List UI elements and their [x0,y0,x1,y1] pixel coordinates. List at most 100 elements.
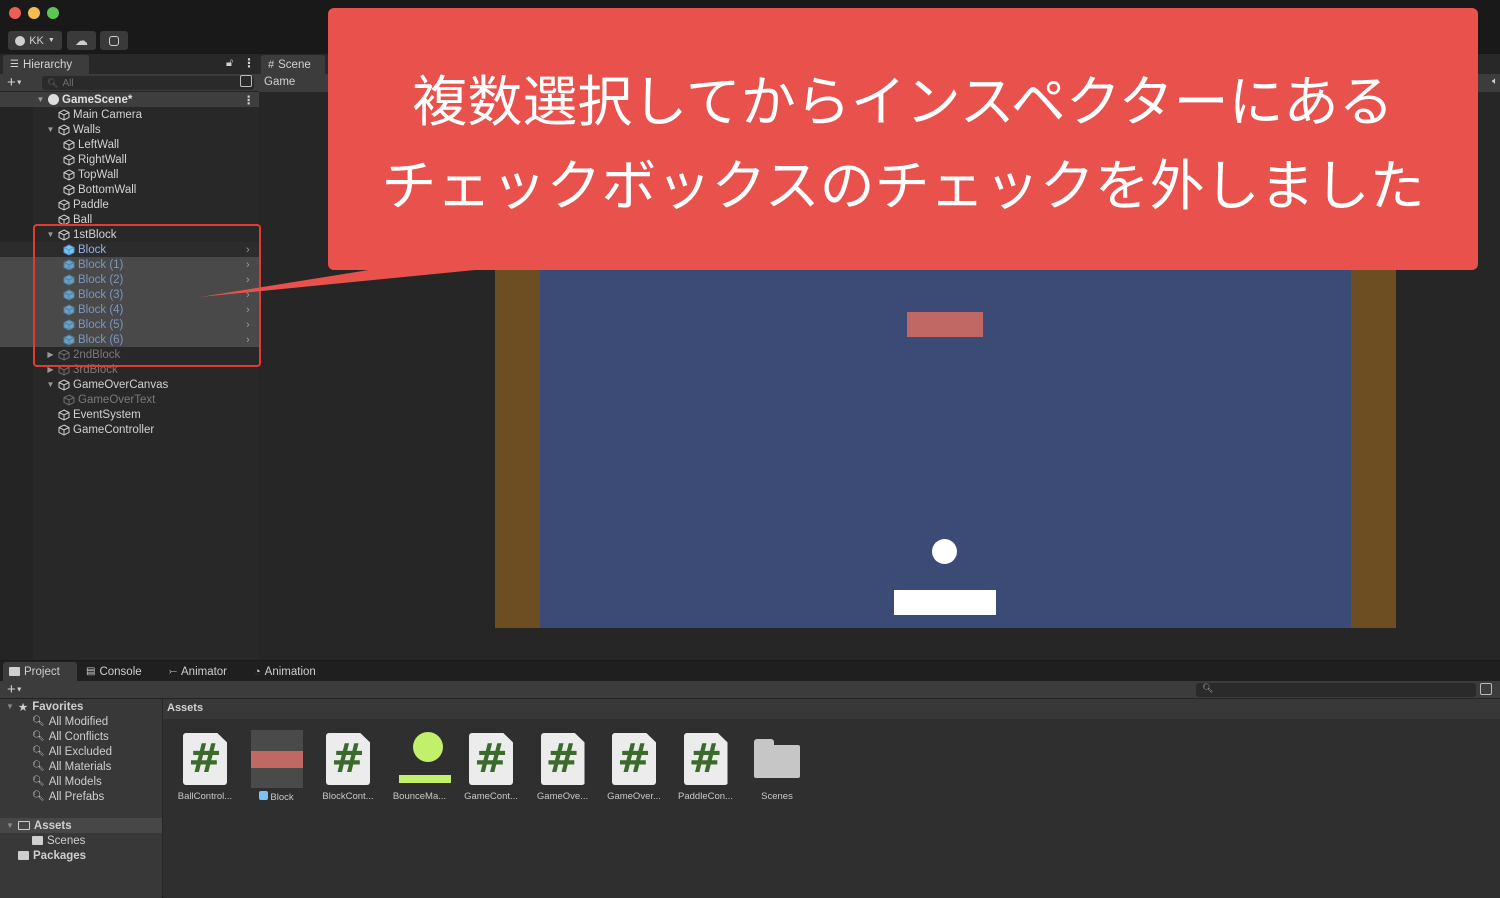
hierarchy-item-label: RightWall [78,153,127,166]
open-search-window-icon[interactable] [240,75,252,87]
hierarchy-item[interactable]: LeftWall [0,137,259,152]
asset-item[interactable]: # GameCont... [456,733,526,802]
prefab-cube-icon [259,791,269,800]
favorites-item[interactable]: 🔍︎ All Prefabs [32,789,104,804]
hierarchy-item[interactable]: Paddle [0,197,259,212]
tab-animation[interactable]: ◔ Animation [254,662,316,681]
bottom-tabs: Project ▤ Console ⤚ Animator ◔ Animation [0,661,1500,681]
create-asset-button[interactable]: +▼ [7,681,23,699]
asset-item[interactable]: # BallControl... [170,733,240,802]
tab-scene[interactable]: # Scene [261,55,325,74]
chevron-down-icon: ▼ [15,79,23,87]
cloud-icon: ☁ [75,32,88,48]
favorites-item-label: All Modified [48,715,109,728]
hierarchy-tab-label: Hierarchy [22,58,73,71]
maximize-window-button[interactable] [47,7,59,19]
tab-label: Project [24,665,60,678]
asset-item[interactable]: # PaddleCon... [671,733,741,802]
asset-label: Scenes [761,791,793,802]
open-search-window-icon[interactable] [1480,683,1492,695]
search-placeholder: All [62,77,74,89]
hierarchy-item[interactable]: TopWall [0,167,259,182]
lock-icon[interactable]: 🔓︎ [226,57,233,70]
asset-item[interactable]: Scenes [742,733,812,802]
physics-material-icon [397,730,451,788]
search-icon: 🔍︎ [32,746,45,757]
asset-item[interactable]: # BlockCont... [313,733,383,802]
hierarchy-item[interactable]: BottomWall [0,182,259,197]
hierarchy-item-label: TopWall [78,168,119,181]
project-toolbar: +▼ 🔍︎ [0,681,1500,699]
hierarchy-item[interactable]: Main Camera [0,107,259,122]
csharp-script-icon: # [612,733,656,785]
chevron-down-icon[interactable]: ▼ [46,125,55,134]
packages-folder[interactable]: Packages [18,848,86,863]
hierarchy-search-input[interactable]: 🔍︎ All [42,76,254,90]
services-icon [109,35,119,46]
block [907,312,983,337]
favorites-item[interactable]: 🔍︎ All Modified [32,714,108,729]
chevron-down-icon: ▼ [15,686,23,694]
close-window-button[interactable] [9,7,21,19]
account-dropdown[interactable]: KK ▼ [8,31,62,50]
account-label: KK [29,34,44,47]
gameobject-cube-icon [58,423,70,436]
minimize-window-button[interactable] [28,7,40,19]
kebab-menu-icon[interactable]: ⋮ [243,56,255,70]
asset-item[interactable]: # GameOve... [528,733,598,802]
asset-item[interactable]: # GameOver... [599,733,669,802]
favorites-item[interactable]: 🔍︎ All Materials [32,759,111,774]
favorites-item-label: All Excluded [48,745,112,758]
folder-icon [18,851,29,860]
asset-item[interactable]: Block [242,730,312,803]
favorites-item[interactable]: 🔍︎ All Excluded [32,744,112,759]
search-icon: 🔍︎ [32,716,45,727]
tab-project[interactable]: Project [3,662,77,681]
hierarchy-item-label: GameController [73,423,155,436]
add-object-button[interactable]: +▼ [7,74,23,92]
folder-icon [32,836,43,845]
favorites-item-label: All Conflicts [48,730,109,743]
hierarchy-item[interactable]: EventSystem [0,407,259,422]
cloud-button[interactable]: ☁ [67,31,96,50]
project-search-input[interactable]: 🔍︎ [1196,683,1476,697]
hierarchy-item[interactable]: GameOverText [0,392,259,407]
chevron-down-icon: ▼ [36,95,45,104]
gameobject-cube-icon [63,138,75,151]
tab-hierarchy[interactable]: ☰ Hierarchy [3,55,89,74]
open-folder-icon [17,821,30,830]
hierarchy-scene-row[interactable]: ▼ GameScene* ⋮ [0,92,259,107]
annotation-callout: 複数選択してからインスペクターにある チェックボックスのチェックを外しました [328,8,1478,270]
prefab-preview-icon [250,730,303,788]
favorites-item[interactable]: 🔍︎ All Conflicts [32,729,109,744]
tab-console[interactable]: ▤ Console [86,662,142,681]
tab-animator[interactable]: ⤚ Animator [169,662,227,681]
packages-label: Packages [33,849,87,862]
favorites-item[interactable]: 🔍︎ All Models [32,774,102,789]
gameobject-cube-icon [58,123,70,136]
assets-folder[interactable]: ▼ Assets [6,818,72,833]
hierarchy-item-label: Main Camera [73,108,143,121]
services-button[interactable] [100,31,128,50]
chevron-down-icon[interactable]: ▼ [46,380,55,389]
left-wall [495,269,540,628]
hierarchy-item[interactable]: ▼ GameOverCanvas [0,377,259,392]
asset-item[interactable]: BounceMa... [385,730,455,802]
chevron-down-icon: ▼ [6,702,14,711]
favorites-folder[interactable]: ▼ ★ Favorites [6,699,83,714]
hierarchy-item-label: Paddle [73,198,109,211]
hierarchy-item-label: EventSystem [73,408,141,421]
hierarchy-item[interactable]: ▼ Walls [0,122,259,137]
speaker-icon[interactable]: 🔈︎ [1492,76,1498,87]
hierarchy-item[interactable]: GameController [0,422,259,437]
scene-grid-icon: # [268,58,275,71]
tab-game[interactable]: Game [264,76,295,88]
hierarchy-item[interactable]: RightWall [0,152,259,167]
favorites-item-label: All Models [48,775,102,788]
bottom-panel: Project ▤ Console ⤚ Animator ◔ Animation… [0,660,1500,898]
hierarchy-item-label: GameOverCanvas [73,378,169,391]
scenes-folder[interactable]: Scenes [32,833,85,848]
scene-name: GameScene* [62,93,133,106]
kebab-menu-icon[interactable]: ⋮ [243,93,255,107]
unity-scene-icon [48,94,59,105]
